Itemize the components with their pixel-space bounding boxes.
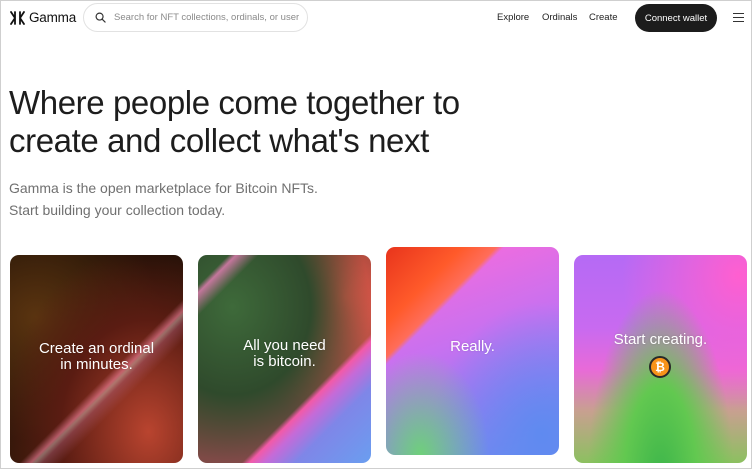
hero-title-line-2: create and collect what's next: [9, 122, 429, 159]
hero-title: Where people come together to create and…: [9, 84, 460, 160]
top-navbar: Gamma Explore Ordinals Create Connect wa…: [1, 1, 751, 35]
nav-explore[interactable]: Explore: [497, 12, 529, 23]
bitcoin-icon: ₿: [649, 356, 671, 378]
card-caption-line: is bitcoin.: [253, 353, 316, 370]
gamma-logo-icon: [10, 10, 25, 25]
nav-ordinals[interactable]: Ordinals: [542, 12, 577, 23]
search-input[interactable]: [114, 12, 299, 23]
feature-card-really[interactable]: Really.: [386, 247, 559, 455]
card-caption-line: All you need: [243, 337, 326, 354]
hero-subtitle-line-2: Start building your collection today.: [9, 202, 226, 218]
feature-card-bitcoin[interactable]: All you need is bitcoin.: [198, 255, 371, 463]
hamburger-menu-icon[interactable]: [733, 13, 744, 22]
hero-subtitle: Gamma is the open marketplace for Bitcoi…: [9, 177, 318, 221]
hero-title-line-1: Where people come together to: [9, 84, 460, 121]
card-caption-line: Really.: [450, 338, 495, 355]
brand-name: Gamma: [29, 10, 77, 25]
feature-card-start-creating[interactable]: Start creating. ₿: [574, 255, 747, 463]
hero-subtitle-line-1: Gamma is the open marketplace for Bitcoi…: [9, 180, 318, 196]
card-caption: Create an ordinal in minutes.: [10, 341, 183, 373]
card-caption: All you need is bitcoin.: [198, 338, 371, 370]
card-caption-line: Start creating.: [613, 331, 708, 348]
connect-wallet-button[interactable]: Connect wallet: [635, 4, 717, 32]
search-icon: [95, 12, 106, 23]
card-caption-line: Create an ordinal: [38, 340, 155, 357]
search-bar[interactable]: [83, 3, 308, 32]
brand-logo[interactable]: Gamma: [10, 10, 76, 25]
card-caption: Really.: [386, 339, 559, 355]
nav-create[interactable]: Create: [589, 12, 618, 23]
card-caption: Start creating.: [574, 332, 747, 348]
feature-card-create-ordinal[interactable]: Create an ordinal in minutes.: [10, 255, 183, 463]
card-caption-line: in minutes.: [60, 356, 133, 373]
